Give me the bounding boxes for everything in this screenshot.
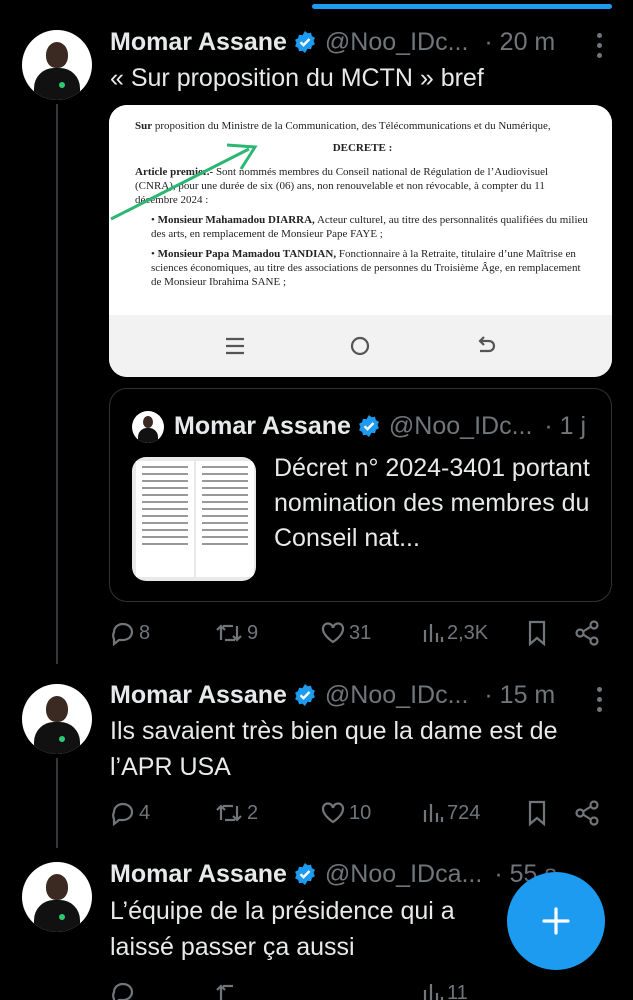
reply-count: 4	[139, 801, 151, 824]
repost-button[interactable]: 2	[214, 800, 258, 826]
reply-button[interactable]	[110, 980, 136, 1000]
quote-avatar	[132, 411, 164, 443]
compose-plus-icon	[542, 907, 570, 935]
views-count: 2,3K	[447, 621, 489, 644]
repost-count: 9	[247, 621, 259, 644]
share-button[interactable]	[574, 620, 600, 646]
reply-button[interactable]: 4	[110, 800, 150, 826]
author-handle[interactable]: @Noo_IDca...	[325, 860, 482, 889]
views-button[interactable]: 11	[422, 980, 468, 1000]
decree-document: Sur proposition du Ministre de la Commun…	[109, 105, 612, 315]
repost-icon	[216, 984, 233, 1000]
reply-icon	[112, 982, 134, 1000]
like-button[interactable]: 31	[320, 620, 371, 646]
tweet-time[interactable]: · 20 m	[484, 28, 555, 57]
share-icon	[575, 800, 599, 826]
author-name[interactable]: Momar Assane	[110, 860, 287, 889]
views-icon	[423, 984, 444, 1000]
tweet-text: Ils savaient très bien que la dame est d…	[110, 717, 558, 781]
author-name[interactable]: Momar Assane	[110, 681, 287, 710]
back-icon	[478, 336, 496, 353]
reply-count: 8	[139, 621, 151, 644]
like-icon	[321, 622, 345, 644]
green-arrow-annotation	[110, 143, 258, 221]
verified-badge-icon	[295, 684, 315, 706]
quote-author-handle: @Noo_IDc...	[388, 411, 533, 440]
verified-badge-icon	[295, 863, 315, 885]
quote-text: Décret n° 2024-3401 portant nomination d…	[274, 454, 590, 552]
quote-thumbnail	[132, 457, 256, 581]
like-button[interactable]: 10	[320, 800, 371, 826]
tweet-actions: 11	[110, 980, 610, 1000]
more-icon[interactable]	[595, 687, 603, 713]
reply-icon	[112, 802, 134, 826]
verified-badge-icon	[359, 415, 379, 437]
views-button[interactable]: 724	[422, 800, 480, 826]
bookmark-button[interactable]	[526, 800, 548, 826]
avatar[interactable]	[22, 862, 92, 932]
share-icon	[575, 620, 599, 646]
views-button[interactable]: 2,3K	[422, 620, 488, 646]
repost-button[interactable]: 9	[214, 620, 258, 646]
home-circle-icon	[350, 336, 370, 356]
quote-author-name: Momar Assane	[174, 411, 351, 440]
reply-button[interactable]: 8	[110, 620, 150, 646]
repost-button[interactable]	[214, 980, 244, 1000]
android-nav-bar	[109, 315, 612, 377]
views-icon	[423, 804, 444, 822]
tweet-time[interactable]: · 15 m	[484, 681, 555, 710]
like-count: 31	[349, 621, 372, 644]
bookmark-icon	[528, 620, 546, 646]
tweet-text: « Sur proposition du MCTN » bref	[110, 64, 484, 92]
views-count: 724	[447, 801, 481, 824]
avatar[interactable]	[22, 30, 92, 100]
bookmark-button[interactable]	[526, 620, 548, 646]
repost-icon	[216, 804, 242, 822]
author-name[interactable]: Momar Assane	[110, 28, 287, 57]
reply-icon	[112, 622, 134, 646]
verified-badge-icon	[295, 31, 315, 53]
tweet[interactable]: Momar Assane @Noo_IDc... · 15 m Ils sava…	[0, 670, 633, 850]
quote-time: · 1 j	[544, 411, 587, 440]
more-icon[interactable]	[595, 33, 603, 59]
views-icon	[423, 624, 444, 642]
repost-icon	[216, 624, 242, 642]
tweet-media-image[interactable]: Sur proposition du Ministre de la Commun…	[109, 105, 612, 377]
share-button[interactable]	[574, 800, 600, 826]
tweet-actions: 4 2 10 724	[110, 800, 610, 830]
doc-item2-label: Monsieur Papa Mamadou TANDIAN,	[157, 248, 337, 260]
quoted-tweet[interactable]: Momar Assane @Noo_IDc... · 1 j Décret n°…	[109, 388, 612, 602]
compose-button[interactable]	[507, 872, 605, 970]
bookmark-icon	[528, 800, 546, 826]
avatar[interactable]	[22, 684, 92, 754]
tweet-text: L’équipe de la présidence qui a laissé p…	[110, 897, 455, 961]
tweet[interactable]: Momar Assane @Noo_IDc... · 20 m « Sur pr…	[0, 0, 633, 670]
tweet-actions: 8 9 31 2,3K	[110, 620, 610, 650]
author-handle[interactable]: @Noo_IDc...	[325, 681, 468, 710]
repost-count: 2	[247, 801, 259, 824]
like-icon	[321, 802, 345, 824]
views-count: 11	[447, 981, 468, 1000]
author-handle[interactable]: @Noo_IDc...	[325, 28, 468, 57]
menu-icon	[226, 337, 244, 355]
like-count: 10	[349, 801, 372, 824]
doc-line1: proposition du Ministre de la Communicat…	[154, 120, 551, 132]
doc-line1-label: Sur	[135, 120, 153, 132]
